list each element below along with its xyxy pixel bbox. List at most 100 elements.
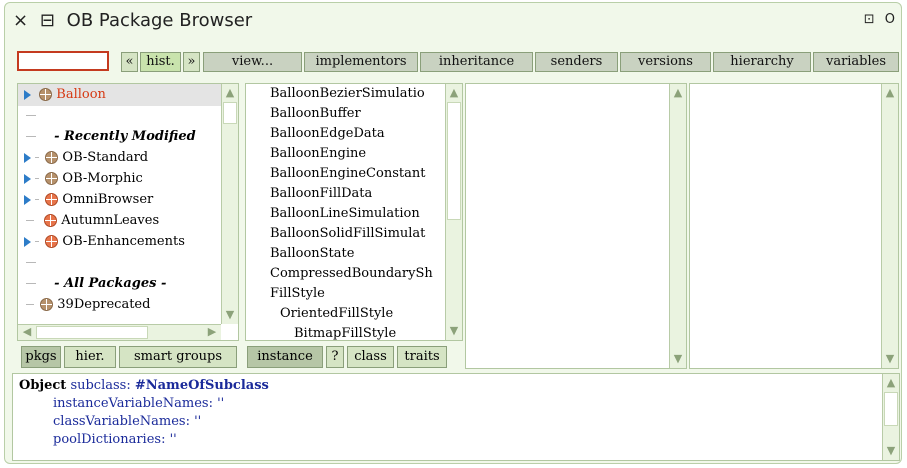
class-item[interactable]: BitmapFillStyle [294, 324, 396, 340]
menu-icon[interactable]: ⊟ [40, 10, 55, 31]
protocols-list[interactable]: ▲ ▼ [465, 83, 687, 369]
class-item[interactable]: BalloonBezierSimulatio [270, 84, 425, 104]
code-line-1: Object subclass: #NameOfSubclass [19, 378, 269, 393]
section-header-recently-modified: - Recently Modified [26, 127, 196, 147]
monticello-package-icon [45, 235, 59, 248]
scroll-down-arrow-icon[interactable]: ▼ [223, 308, 237, 322]
scroll-left-arrow-icon[interactable]: ◀ [20, 325, 34, 339]
package-item-autumnleaves[interactable]: AutumnLeaves [26, 211, 159, 231]
package-item-ob-enhancements[interactable]: OB-Enhancements [24, 232, 185, 252]
classes-tabbar: instance ? class traits [245, 346, 463, 370]
class-item[interactable]: BalloonEngine [270, 144, 366, 164]
section-header-label: - All Packages - [54, 276, 167, 291]
scroll-thumb[interactable] [884, 392, 898, 426]
class-item[interactable]: BalloonEngineConstant [270, 164, 425, 184]
code-editor[interactable]: Object subclass: #NameOfSubclass instanc… [12, 373, 900, 461]
list-spacer [26, 253, 38, 273]
expand-triangle-icon[interactable] [24, 89, 31, 100]
tree-line [26, 262, 36, 263]
scroll-up-arrow-icon[interactable]: ▲ [671, 86, 685, 100]
scroll-up-arrow-icon[interactable]: ▲ [447, 86, 461, 100]
package-label: OmniBrowser [62, 192, 154, 207]
code-text: subclass: [66, 378, 135, 393]
tab-traits[interactable]: traits [397, 346, 447, 368]
package-label: OB-Morphic [62, 171, 143, 186]
scroll-thumb[interactable] [447, 102, 461, 220]
implementors-button[interactable]: implementors [304, 52, 418, 72]
methods-vertical-scrollbar[interactable]: ▲ ▼ [881, 84, 898, 368]
title-group: × ⊟ OB Package Browser [13, 10, 258, 31]
package-label: 39Deprecated [57, 297, 151, 312]
title-bar[interactable]: × ⊟ OB Package Browser ⊡ O [5, 3, 901, 37]
class-item[interactable]: CompressedBoundarySh [270, 264, 433, 284]
scroll-down-arrow-icon[interactable]: ▼ [671, 352, 685, 366]
code-symbol: #NameOfSubclass [134, 378, 269, 393]
package-label: AutumnLeaves [61, 213, 160, 228]
package-icon [45, 151, 59, 164]
packages-list[interactable]: Balloon - Recently Modified OB-Standard … [17, 83, 239, 341]
methods-list[interactable]: ▲ ▼ [689, 83, 899, 369]
inheritance-button[interactable]: inheritance [420, 52, 533, 72]
classes-vertical-scrollbar[interactable]: ▲ ▼ [445, 84, 462, 340]
tab-help[interactable]: ? [326, 346, 344, 368]
package-item-balloon[interactable]: Balloon [24, 85, 106, 105]
class-item[interactable]: BalloonBuffer [270, 104, 361, 124]
view-button[interactable]: view... [203, 52, 302, 72]
package-item-39deprecated[interactable]: 39Deprecated [26, 295, 150, 315]
packages-vertical-scrollbar[interactable]: ▲ ▼ [221, 84, 238, 324]
window-controls: ⊡ O [858, 12, 895, 27]
class-item[interactable]: OrientedFillStyle [280, 304, 393, 324]
package-label: Balloon [56, 87, 106, 102]
scroll-thumb[interactable] [223, 102, 237, 124]
class-item[interactable]: BalloonState [270, 244, 354, 264]
code-line-4: poolDictionaries: '' [53, 432, 177, 447]
senders-button[interactable]: senders [535, 52, 618, 72]
tab-instance[interactable]: instance [247, 346, 323, 368]
class-item[interactable]: BalloonLineSimulation [270, 204, 420, 224]
class-item[interactable]: BalloonSolidFillSimulat [270, 224, 425, 244]
scroll-thumb[interactable] [36, 326, 148, 339]
close-icon[interactable]: × [13, 10, 28, 31]
monticello-package-icon [44, 214, 58, 227]
scroll-up-arrow-icon[interactable]: ▲ [884, 376, 898, 390]
package-item-ob-standard[interactable]: OB-Standard [24, 148, 148, 168]
scroll-down-arrow-icon[interactable]: ▼ [883, 352, 897, 366]
expand-triangle-icon[interactable] [24, 194, 31, 205]
classes-list[interactable]: BalloonBezierSimulatio BalloonBuffer Bal… [245, 83, 463, 341]
scroll-up-arrow-icon[interactable]: ▲ [883, 86, 897, 100]
package-icon [45, 172, 59, 185]
tree-line [35, 178, 40, 179]
class-item[interactable]: FillStyle [270, 284, 325, 304]
section-header-label: - Recently Modified [54, 129, 196, 144]
search-input[interactable] [17, 51, 109, 71]
protocols-vertical-scrollbar[interactable]: ▲ ▼ [669, 84, 686, 368]
tab-pkgs[interactable]: pkgs [21, 346, 61, 368]
window-title: OB Package Browser [66, 10, 253, 31]
scroll-up-arrow-icon[interactable]: ▲ [223, 86, 237, 100]
scroll-down-arrow-icon[interactable]: ▼ [447, 324, 461, 338]
history-button[interactable]: hist. [140, 52, 181, 72]
tab-class[interactable]: class [347, 346, 394, 368]
package-item-omnibrowser[interactable]: OmniBrowser [24, 190, 153, 210]
scroll-right-arrow-icon[interactable]: ▶ [205, 325, 219, 339]
packages-horizontal-scrollbar[interactable]: ◀ ▶ [18, 324, 221, 340]
expand-triangle-icon[interactable] [24, 173, 31, 184]
expand-triangle-icon[interactable] [24, 236, 31, 247]
versions-button[interactable]: versions [620, 52, 711, 72]
variables-button[interactable]: variables [813, 52, 899, 72]
tree-line [26, 304, 34, 305]
class-item[interactable]: BalloonFillData [270, 184, 372, 204]
package-item-ob-morphic[interactable]: OB-Morphic [24, 169, 143, 189]
hierarchy-button[interactable]: hierarchy [713, 52, 811, 72]
scroll-down-arrow-icon[interactable]: ▼ [884, 444, 898, 458]
expand-triangle-icon[interactable] [24, 152, 31, 163]
expand-icon[interactable]: O [885, 12, 895, 27]
class-item[interactable]: BalloonEdgeData [270, 124, 385, 144]
history-forward-button[interactable]: » [183, 52, 200, 72]
list-spacer [26, 106, 38, 126]
history-back-button[interactable]: « [121, 52, 138, 72]
code-vertical-scrollbar[interactable]: ▲ ▼ [882, 374, 899, 460]
collapse-icon[interactable]: ⊡ [864, 12, 875, 27]
tab-smart-groups[interactable]: smart groups [119, 346, 237, 368]
tab-hier[interactable]: hier. [64, 346, 116, 368]
